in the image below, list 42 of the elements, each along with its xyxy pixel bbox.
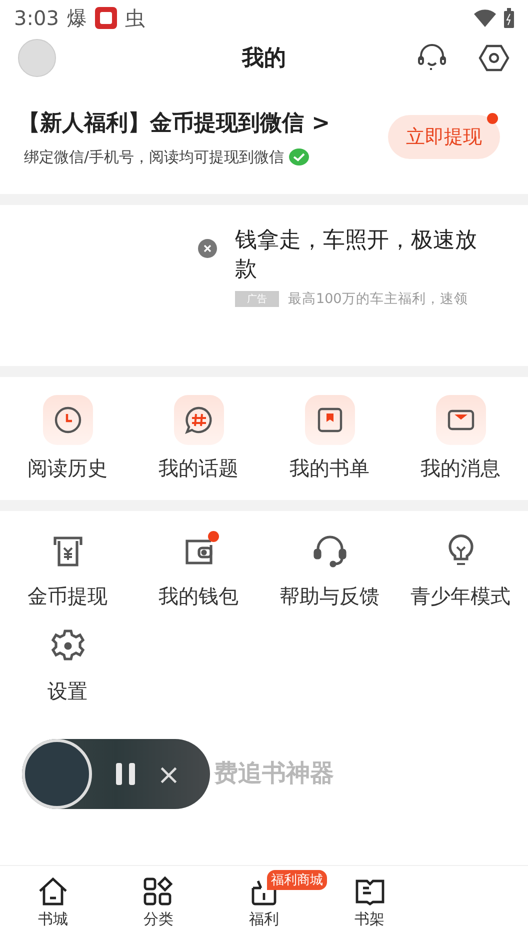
tool-label[interactable]: 帮助与反馈 — [280, 583, 380, 610]
tool-label[interactable]: 我的钱包 — [158, 583, 238, 610]
app-icon — [94, 7, 117, 29]
status-time: 3:03 — [14, 6, 59, 30]
icon-tile[interactable] — [174, 395, 224, 445]
tool-label[interactable]: 青少年模式 — [410, 583, 510, 610]
close-button[interactable]: × — [157, 758, 180, 790]
welfare-subtitle: 绑定微信/手机号，阅读均可提现到微信 — [24, 148, 284, 166]
check-bubble-icon — [289, 148, 310, 166]
page-title: 我的 — [242, 45, 286, 73]
ad-description: 最高100万的车主福利，速领 — [288, 290, 468, 308]
notification-icon: 虫 — [124, 4, 145, 32]
notification-icon: 爆 — [66, 4, 87, 32]
headset-icon — [312, 533, 348, 569]
quick-link-label[interactable]: 我的话题 — [158, 455, 238, 482]
notification-dot — [487, 113, 498, 124]
home-icon — [36, 876, 69, 908]
welfare-title[interactable]: 【新人福利】金币提现到微信 > — [18, 108, 388, 138]
quick-link-label[interactable]: 我的消息 — [420, 455, 500, 482]
ad-headline[interactable]: 钱拿走，车照开，极速放款 — [235, 227, 498, 284]
settings-icon[interactable] — [478, 42, 510, 74]
nav-tab[interactable]: 书城 — [28, 866, 77, 939]
icon-tile[interactable] — [436, 395, 486, 445]
pause-button[interactable] — [116, 763, 135, 785]
icon-tile[interactable] — [304, 395, 354, 445]
notification-dot — [208, 531, 218, 542]
nav-tab[interactable]: 分类 — [134, 866, 182, 939]
nav-badge: 福利商城 — [267, 870, 328, 890]
audio-player[interactable]: × — [22, 739, 210, 809]
battery-icon — [504, 8, 514, 28]
tool-label[interactable]: 设置 — [48, 678, 88, 705]
close-icon[interactable] — [198, 239, 217, 258]
nav-tab[interactable]: 书架 — [346, 866, 394, 939]
quick-link-label[interactable]: 阅读历史 — [28, 455, 108, 482]
clock-icon — [52, 405, 82, 435]
slogan-text: 费追书神器 — [214, 758, 334, 789]
icon-tile[interactable] — [42, 395, 92, 445]
quick-link-label[interactable]: 我的书单 — [290, 455, 370, 482]
wifi-icon — [474, 9, 496, 27]
tool-label[interactable]: 金币提现 — [28, 583, 108, 610]
hashtag-bubble-icon — [184, 405, 214, 435]
grid-icon — [142, 876, 174, 908]
